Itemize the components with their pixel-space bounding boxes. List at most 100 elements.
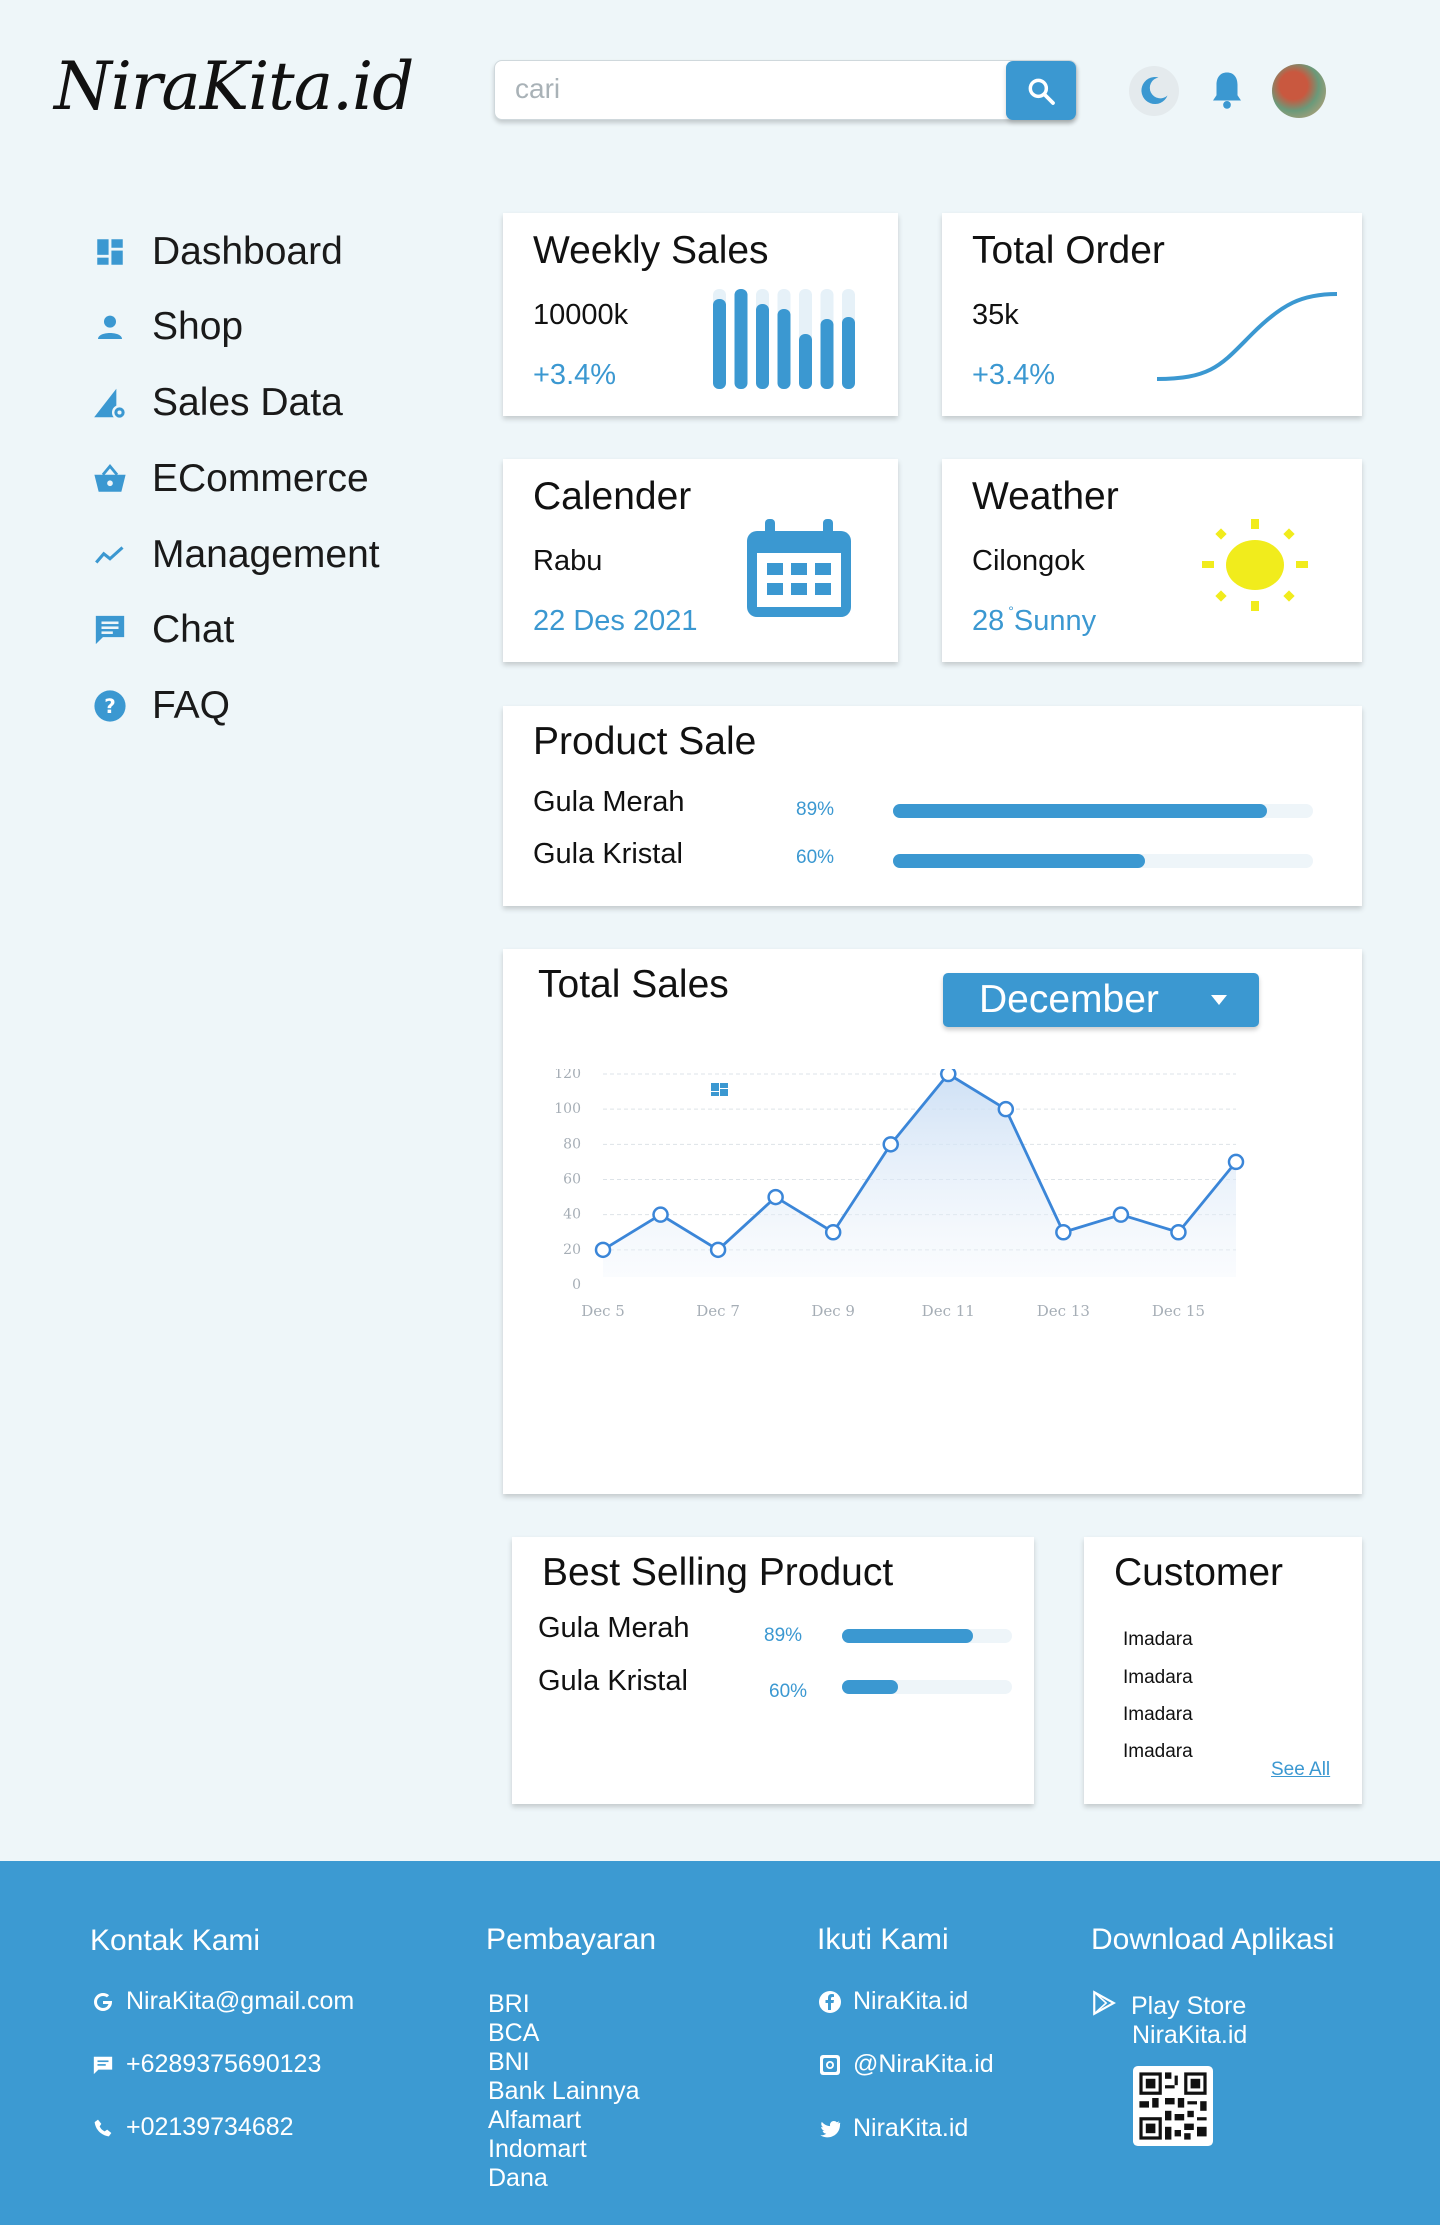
search-button[interactable] [1006,61,1076,120]
payment-method: Bank Lainnya [488,2077,640,2105]
data-point[interactable] [594,1241,612,1259]
data-point[interactable] [882,1136,899,1153]
footer-phone-1[interactable]: +6289375690123 [90,2050,321,2079]
weekly-sales-value: 10000k [533,299,629,331]
calendar-card[interactable]: Calender Rabu 22 Des 2021 [503,459,898,662]
data-point[interactable] [709,1241,727,1259]
data-point[interactable] [824,1224,842,1241]
month-dropdown[interactable]: December [943,973,1259,1027]
phone-text: +6289375690123 [126,2050,322,2078]
help-icon: ? [90,686,130,726]
facebook-text: NiraKita.id [853,1987,969,2015]
y-tick-label: 40 [563,1207,581,1223]
card-title: Customer [1114,1551,1284,1594]
y-tick-label: 0 [572,1277,581,1293]
progress-fill [842,1680,899,1694]
sidebar-item-shop[interactable]: Shop [90,299,243,355]
weekly-bar [734,289,748,389]
customer-name[interactable]: Imadara [1123,1629,1193,1651]
sidebar-item-management[interactable]: Management [90,527,380,583]
moon-icon [1141,77,1168,105]
y-tick-label: 120 [554,1069,581,1082]
footer-email[interactable]: NiraKita@gmail.com [90,1987,354,2016]
customer-name[interactable]: Imadara [1123,1667,1193,1689]
temperature-value: 28 [972,605,1005,637]
progress-track [842,1680,1012,1694]
sidebar-item-sales-data[interactable]: Sales Data [90,375,343,431]
twitter-text: NiraKita.id [853,2114,969,2142]
area-fill [603,1074,1236,1277]
logo[interactable]: NiraKita.id [54,48,414,125]
progress-track [893,854,1313,868]
twitter-link[interactable]: NiraKita.id [817,2114,968,2143]
product-percent: 60% [769,1681,808,1702]
x-tick-label: Dec 15 [1152,1302,1205,1320]
weather-card[interactable]: Weather Cilongok 28 °Sunny [942,459,1362,662]
y-tick-label: 20 [563,1242,581,1258]
calendar-day: Rabu [533,545,603,577]
weekly-bar [777,309,791,389]
weekly-bar [713,299,726,389]
sidebar-item-label: Sales Data [152,381,343,424]
caret-down-icon [1211,995,1227,1005]
sidebar-item-ecommerce[interactable]: ECommerce [90,451,369,507]
phone-icon [90,2115,116,2141]
weekly-sales-bar-chart [713,289,855,389]
phone-text: +02139734682 [126,2113,294,2141]
payment-method: BCA [488,2019,540,2047]
data-point[interactable] [997,1100,1015,1118]
svg-text:?: ? [104,695,116,718]
total-order-value: 35k [972,299,1019,331]
instagram-link[interactable]: @NiraKita.id [817,2050,994,2079]
data-point[interactable] [652,1206,669,1223]
data-point[interactable] [1112,1206,1130,1223]
sidebar-item-dashboard[interactable]: Dashboard [90,224,343,280]
y-tick-label: 100 [554,1101,581,1117]
facebook-icon [817,1989,843,2015]
month-selected: December [979,978,1159,1021]
sidebar-item-label: ECommerce [152,457,369,500]
footer-phone-2[interactable]: +02139734682 [90,2113,294,2142]
data-point[interactable] [940,1069,957,1083]
dashboard-icon [90,232,130,272]
sidebar-item-label: Dashboard [152,230,343,273]
product-percent: 89% [796,799,835,820]
data-point[interactable] [1055,1224,1072,1241]
product-percent: 60% [796,847,835,868]
x-tick-label: Dec 7 [696,1302,740,1320]
card-title: Product Sale [533,720,757,763]
notification-button[interactable] [1206,68,1248,117]
avatar[interactable] [1272,64,1326,118]
play-store-text: Play Store [1131,1992,1247,2020]
sidebar-item-chat[interactable]: Chat [90,602,234,658]
search-bar [494,60,1077,120]
customer-name[interactable]: Imadara [1123,1704,1193,1726]
x-tick-label: Dec 11 [922,1302,975,1320]
payment-method: Indomart [488,2135,587,2163]
x-tick-label: Dec 13 [1037,1302,1090,1320]
total-order-card[interactable]: Total Order 35k +3.4% [942,213,1362,416]
data-point[interactable] [1170,1224,1187,1241]
weekly-sales-card[interactable]: Weekly Sales 10000k +3.4% [503,213,898,416]
facebook-link[interactable]: NiraKita.id [817,1987,968,2016]
data-point[interactable] [767,1188,784,1206]
customer-name[interactable]: Imadara [1123,1741,1193,1763]
basket-icon [90,459,130,499]
best-selling-card[interactable]: Best Selling Product Gula Merah 89% Gula… [512,1537,1034,1804]
card-title: Weather [972,475,1119,518]
product-name: Gula Merah [533,786,685,818]
payment-method: BRI [488,1990,530,2018]
weather-location: Cilongok [972,545,1085,577]
dark-mode-toggle[interactable] [1129,66,1179,116]
qr-code-icon[interactable] [1133,2066,1213,2146]
see-all-link[interactable]: See All [1271,1759,1330,1781]
sidebar-item-faq[interactable]: ? FAQ [90,678,230,734]
product-sale-card[interactable]: Product Sale Gula Merah 89% Gula Kristal… [503,706,1362,906]
data-point[interactable] [1227,1153,1245,1171]
sidebar-item-label: Chat [152,608,235,651]
search-input[interactable] [495,61,995,117]
legend-marker [711,1083,728,1096]
payment-methods: BRI BCA BNI Bank Lainnya Alfamart Indoma… [488,1990,640,2193]
weekly-bar [799,334,812,389]
bell-icon [1213,72,1241,109]
